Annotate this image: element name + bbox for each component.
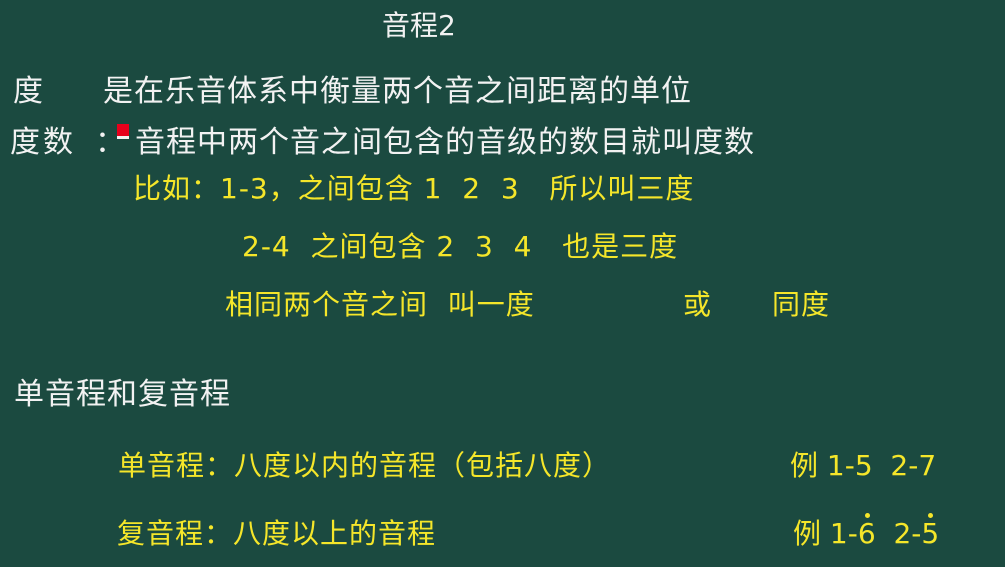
example-line-3-or: 或	[683, 288, 712, 321]
example-line-1: 比如：1-3，之间包含 1 2 3 所以叫三度	[133, 172, 695, 205]
compound-interval-definition: 复音程：八度以上的音程	[117, 517, 437, 550]
compound-interval-example: 例 1- 6 2- 5	[793, 513, 939, 548]
example-line-3: 相同两个音之间 叫一度	[225, 288, 535, 321]
cursor-marker	[117, 124, 129, 139]
definition-dushu: 音程中两个音之间包含的音级的数目就叫度数	[135, 125, 755, 160]
simple-interval-definition: 单音程：八度以内的音程（包括八度）	[118, 449, 612, 482]
definition-du: 是在乐音体系中衡量两个音之间距离的单位	[103, 74, 692, 109]
example-line-2: 2-4 之间包含 2 3 4 也是三度	[242, 230, 679, 263]
term-dushu: 度数	[10, 125, 76, 160]
simple-interval-example: 例 1-5 2-7	[790, 449, 937, 482]
term-du: 度	[13, 74, 43, 109]
page-title: 音程2	[382, 9, 456, 42]
high-octave-dot	[864, 513, 870, 518]
section-heading: 单音程和复音程	[14, 377, 231, 412]
example-line-3-tongdu: 同度	[772, 288, 831, 321]
